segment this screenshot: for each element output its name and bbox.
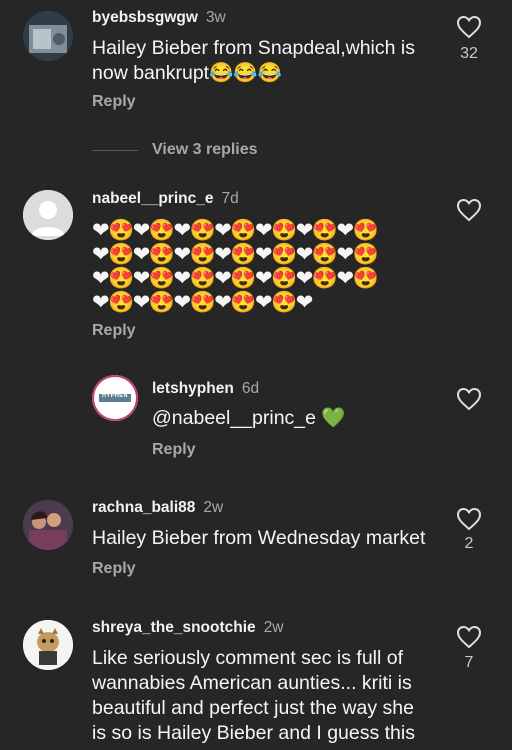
reply-button[interactable]: Reply xyxy=(92,93,136,111)
comment-emoji-line: ❤😍❤😍❤😍❤😍❤😍❤😍❤😍 xyxy=(92,219,379,242)
comment-username[interactable]: nabeel__princ_e 7d xyxy=(92,190,239,208)
like-count: 2 xyxy=(464,535,474,552)
comment-text: @nabeel__princ_e 💚 xyxy=(152,407,346,429)
comment-username[interactable]: rachna_bali88 2w xyxy=(92,499,223,517)
comment-timestamp: 3w xyxy=(205,9,226,26)
comment-timestamp: 2w xyxy=(263,619,284,636)
comment-emoji-line: ❤😍❤😍❤😍❤😍❤😍❤😍❤😍 xyxy=(92,267,379,290)
heart-icon[interactable] xyxy=(456,15,482,39)
divider-line xyxy=(92,150,138,151)
reply-item: HYPHEN letshyphen 6d @nabeel__princ_e 💚 R… xyxy=(0,370,512,470)
reply-button[interactable]: Reply xyxy=(92,322,136,340)
comment-text: Hailey Bieber from Wednesday market xyxy=(92,527,426,549)
comment-emoji-line: ❤😍❤😍❤😍❤😍❤😍❤ xyxy=(92,291,313,314)
comment-username[interactable]: letshyphen 6d xyxy=(152,380,259,398)
avatar[interactable] xyxy=(23,190,73,240)
comment-item: nabeel__princ_e 7d ❤😍❤😍❤😍❤😍❤😍❤😍❤😍 ❤😍❤😍❤😍❤… xyxy=(0,180,512,350)
comment-emoji-line: ❤😍❤😍❤😍❤😍❤😍❤😍❤😍 xyxy=(92,243,379,266)
comment-timestamp: 7d xyxy=(221,190,239,207)
like-count: 7 xyxy=(464,654,474,671)
avatar-brand-text: HYPHEN xyxy=(102,393,128,399)
comment-username[interactable]: shreya_the_snootchie 2w xyxy=(92,619,284,637)
reply-button[interactable]: Reply xyxy=(92,560,136,578)
reply-button[interactable]: Reply xyxy=(152,441,196,459)
heart-icon[interactable] xyxy=(456,198,482,222)
avatar[interactable] xyxy=(23,11,73,61)
avatar[interactable]: HYPHEN xyxy=(92,375,138,421)
comment-item: shreya_the_snootchie 2w Like seriously co… xyxy=(0,610,512,750)
comment-item: byebsbsgwgw 3w Hailey Bieber from Snapdea… xyxy=(0,0,512,160)
comment-item: rachna_bali88 2w Hailey Bieber from Wedne… xyxy=(0,490,512,590)
heart-icon[interactable] xyxy=(456,507,482,531)
heart-icon[interactable] xyxy=(456,387,482,411)
heart-icon[interactable] xyxy=(456,625,482,649)
view-replies-button[interactable]: View 3 replies xyxy=(152,141,258,159)
comment-text: Like seriously comment sec is full of wa… xyxy=(92,647,415,744)
comment-text: Hailey Bieber from Snapdeal,which is now… xyxy=(92,37,415,84)
comment-timestamp: 6d xyxy=(241,380,260,397)
avatar[interactable] xyxy=(23,500,73,550)
comment-username[interactable]: byebsbsgwgw 3w xyxy=(92,9,226,27)
avatar[interactable] xyxy=(23,620,73,670)
comment-timestamp: 2w xyxy=(203,499,224,516)
like-count: 32 xyxy=(460,45,478,62)
